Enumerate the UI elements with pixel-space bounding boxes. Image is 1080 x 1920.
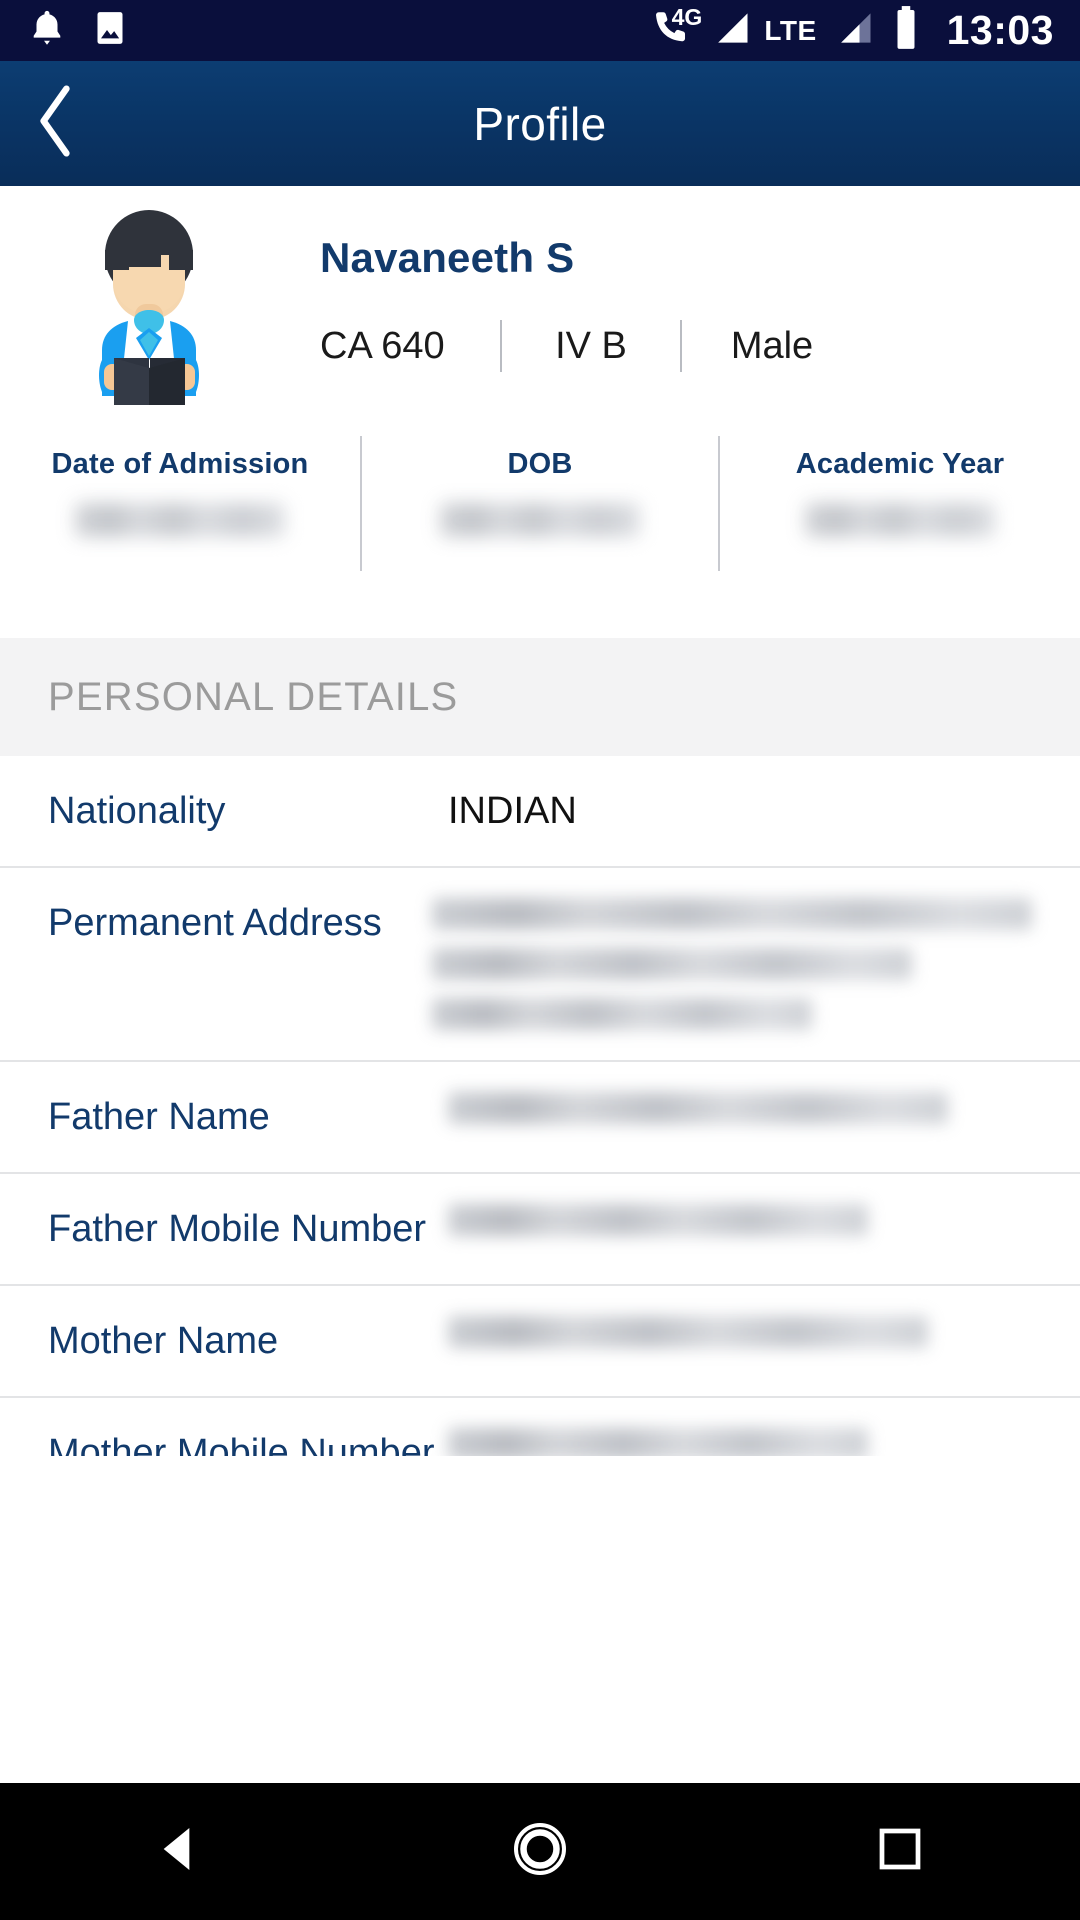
detail-row: Mother Name [0, 1286, 1080, 1398]
student-name: Navaneeth S [320, 234, 575, 281]
square-recents-icon [873, 1822, 927, 1881]
bell-icon [26, 6, 68, 55]
detail-row: Father Mobile Number [0, 1174, 1080, 1286]
stat-academic-year: Academic Year [720, 436, 1080, 571]
redacted-line [448, 1092, 948, 1124]
detail-value-redacted [448, 1062, 1032, 1154]
meta-gender: Male [730, 324, 814, 367]
avatar [72, 210, 227, 415]
section-title: PERSONAL DETAILS [48, 674, 459, 719]
student-meta-row: CA 640 IV B Male [320, 313, 1020, 379]
status-bar-clock: 13:03 [946, 7, 1054, 53]
android-navigation-bar [0, 1783, 1080, 1920]
stat-value-redacted [805, 503, 995, 537]
signal-bars-2-icon [831, 6, 877, 55]
call-4g-icon: 4G [650, 4, 702, 55]
app-bar: Profile [0, 61, 1080, 186]
detail-value-redacted [432, 868, 1032, 1060]
detail-row: Nationality INDIAN [0, 756, 1080, 868]
nav-recents-button[interactable] [820, 1783, 980, 1920]
detail-label: Father Name [48, 1096, 270, 1138]
section-header-personal-details: PERSONAL DETAILS [0, 638, 1080, 756]
stat-label: Academic Year [795, 448, 1005, 480]
stat-dob: DOB [360, 436, 720, 571]
status-bar: 4G LTE 13:03 [0, 0, 1080, 61]
detail-label: Permanent Address [48, 902, 382, 944]
personal-details-list[interactable]: Nationality INDIAN Permanent Address Father… [0, 756, 1080, 1456]
lte-label: LTE [764, 14, 817, 46]
detail-label: Mother Mobile Number [48, 1432, 435, 1456]
meta-class-section: IV B [555, 324, 627, 367]
stat-value-redacted [440, 503, 640, 537]
nav-home-button[interactable] [460, 1783, 620, 1920]
detail-value-redacted [448, 1174, 1032, 1266]
image-icon [90, 7, 130, 54]
back-button[interactable] [0, 61, 110, 186]
status-bar-right-icons: 4G LTE 13:03 [650, 4, 1080, 56]
stat-value-redacted [75, 503, 285, 537]
student-reading-book-avatar-icon [72, 210, 227, 415]
detail-row: Permanent Address [0, 868, 1080, 1062]
status-bar-left-icons [0, 6, 130, 55]
detail-row: Mother Mobile Number [0, 1398, 1080, 1456]
detail-value-redacted [448, 1398, 1032, 1456]
nav-back-button[interactable] [100, 1783, 260, 1920]
stat-date-of-admission: Date of Admission [0, 436, 360, 571]
stat-label: Date of Admission [51, 448, 309, 480]
stat-label: DOB [507, 448, 573, 480]
redacted-line [448, 1316, 928, 1348]
network-4g-label: 4G [671, 4, 703, 30]
chevron-left-icon [32, 83, 78, 164]
meta-admission-number: CA 640 [320, 324, 445, 367]
triangle-back-icon [152, 1821, 208, 1882]
detail-label: Nationality [48, 790, 226, 832]
signal-bars-icon [708, 6, 754, 55]
detail-row: Father Name [0, 1062, 1080, 1174]
redacted-line [448, 1204, 868, 1236]
page-title: Profile [473, 97, 607, 150]
student-stats-row: Date of Admission DOB Academic Year [0, 436, 1080, 571]
battery-icon [891, 5, 921, 56]
redacted-line [432, 998, 812, 1030]
redacted-line [432, 948, 912, 980]
detail-value-redacted [448, 1286, 1032, 1378]
redacted-line [448, 1428, 868, 1456]
profile-header-card: Navaneeth S CA 640 IV B Male Date of Adm… [0, 186, 1080, 638]
circle-home-icon [510, 1819, 570, 1884]
detail-label: Mother Name [48, 1320, 279, 1362]
redacted-line [432, 898, 1032, 930]
detail-label: Father Mobile Number [48, 1208, 427, 1250]
detail-value: INDIAN [448, 790, 577, 832]
